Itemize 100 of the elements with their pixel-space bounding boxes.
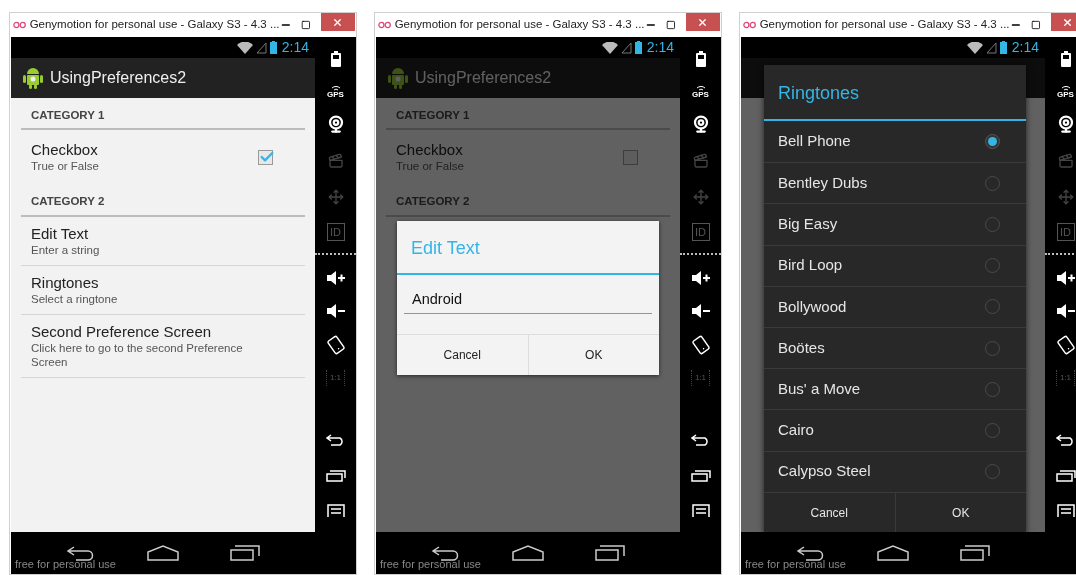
home-icon[interactable]: [877, 545, 909, 561]
ringtone-option[interactable]: Bentley Dubs: [764, 162, 1026, 204]
ringtone-option[interactable]: Bird Loop: [764, 244, 1026, 286]
status-time: 2:14: [281, 38, 309, 57]
preference-item[interactable]: Edit Text Enter a string: [21, 216, 305, 266]
back-icon[interactable]: [325, 434, 346, 446]
menu-icon[interactable]: [1056, 504, 1075, 518]
preference-item[interactable]: Ringtones Select a ringtone: [21, 265, 305, 315]
battery-icon[interactable]: [695, 51, 706, 67]
volume-down-icon[interactable]: [325, 304, 346, 318]
status-time: 2:14: [646, 38, 674, 57]
menu-icon[interactable]: [326, 504, 345, 518]
signal-icon: [255, 41, 267, 54]
dialog-button[interactable]: OK: [527, 334, 659, 375]
radio-button[interactable]: [985, 134, 1000, 150]
category-header: CATEGORY 1: [395, 108, 471, 123]
home-icon[interactable]: [147, 545, 179, 561]
signal-icon: [985, 41, 997, 54]
genymotion-logo-icon: [13, 21, 27, 29]
window-title: Genymotion for personal use - Galaxy S3 - 4.3 ...: [759, 17, 1010, 33]
wifi-icon: [236, 41, 253, 54]
recents-icon[interactable]: [229, 545, 260, 561]
gps-button[interactable]: GPS: [1057, 85, 1074, 99]
app-title: UsingPreferences2: [415, 68, 552, 88]
recents-icon[interactable]: [690, 470, 711, 482]
maximize-icon[interactable]: [301, 20, 311, 30]
android-icon: [23, 67, 43, 89]
checkbox[interactable]: [623, 149, 638, 165]
genymotion-logo-icon: [378, 21, 392, 29]
recents-icon[interactable]: [325, 470, 346, 482]
checkbox-preference[interactable]: Checkbox True or False: [21, 130, 305, 185]
preference-summary: Enter a string: [31, 242, 100, 257]
app-title: UsingPreferences2: [50, 68, 187, 88]
checkbox[interactable]: [258, 149, 273, 165]
text-input-field[interactable]: Android: [404, 289, 652, 314]
wifi-icon: [330, 85, 341, 91]
license-overlay-text: free for personal use: [380, 556, 481, 572]
webcam-icon[interactable]: [326, 115, 345, 133]
preference-title: Checkbox: [396, 141, 464, 160]
close-button[interactable]: [320, 13, 355, 31]
category-header: CATEGORY 2: [395, 194, 471, 210]
back-icon[interactable]: [1055, 434, 1076, 446]
ringtone-option[interactable]: Big Easy: [764, 203, 1026, 245]
preference-title: Edit Text: [31, 224, 89, 243]
genymotion-logo-icon: [743, 21, 757, 29]
ringtone-option[interactable]: Bollywood: [764, 285, 1026, 327]
recents-icon[interactable]: [594, 545, 625, 561]
window-title: Genymotion for personal use - Galaxy S3 - 4.3 ...: [29, 17, 280, 33]
preference-summary: Click here to go to the second Preference Screen: [31, 340, 244, 369]
ringtone-option[interactable]: Bell Phone: [764, 121, 1026, 163]
maximize-icon[interactable]: [1031, 20, 1041, 30]
category-header: CATEGORY 1: [30, 108, 106, 123]
preference-item[interactable]: Second Preference Screen Click here to go to the second Preference Screen: [21, 314, 305, 378]
webcam-icon[interactable]: [691, 115, 710, 133]
volume-up-icon[interactable]: [1055, 271, 1076, 285]
close-icon: [697, 16, 709, 28]
battery-icon[interactable]: [1060, 51, 1071, 67]
ringtone-option[interactable]: Boötes: [764, 326, 1026, 369]
license-overlay-text: free for personal use: [15, 556, 116, 572]
dialog-title: Ringtones: [778, 82, 860, 104]
battery-icon[interactable]: [330, 51, 341, 67]
preference-summary: Select a ringtone: [31, 291, 118, 306]
preference-title: Ringtones: [31, 273, 99, 292]
home-icon[interactable]: [512, 545, 544, 561]
battery-icon: [634, 41, 642, 54]
battery-icon: [269, 41, 277, 54]
wifi-icon: [695, 85, 706, 91]
volume-down-icon[interactable]: [1055, 304, 1076, 318]
signal-icon: [620, 41, 632, 54]
wifi-icon: [1060, 85, 1071, 91]
android-icon: [388, 67, 408, 89]
volume-up-icon[interactable]: [325, 271, 346, 285]
close-icon: [1062, 16, 1074, 28]
volume-down-icon[interactable]: [690, 304, 711, 318]
window-title: Genymotion for personal use - Galaxy S3 - 4.3 ...: [394, 17, 645, 33]
preference-summary: True or False: [396, 159, 465, 174]
recents-icon[interactable]: [1055, 470, 1076, 482]
menu-icon[interactable]: [691, 504, 710, 518]
status-time: 2:14: [1011, 38, 1039, 57]
close-button[interactable]: [685, 13, 720, 31]
back-icon[interactable]: [690, 434, 711, 446]
volume-up-icon[interactable]: [690, 271, 711, 285]
maximize-icon[interactable]: [666, 20, 676, 30]
close-button[interactable]: [1050, 13, 1076, 31]
ringtone-option[interactable]: Bus' a Move: [764, 368, 1026, 410]
license-overlay-text: free for personal use: [745, 556, 846, 572]
dialog-button[interactable]: Cancel: [764, 492, 895, 533]
preference-title: Second Preference Screen: [31, 322, 212, 341]
ringtone-option[interactable]: Cairo: [764, 409, 1026, 451]
wifi-icon: [601, 41, 618, 54]
category-header: CATEGORY 2: [30, 194, 106, 210]
dialog-button[interactable]: Cancel: [397, 334, 528, 375]
ringtone-option[interactable]: Calypso Steel: [764, 450, 1026, 492]
preference-title: Checkbox: [31, 141, 99, 160]
webcam-icon[interactable]: [1056, 115, 1075, 133]
gps-button[interactable]: GPS: [692, 85, 709, 99]
close-icon: [332, 16, 344, 28]
gps-button[interactable]: GPS: [327, 85, 344, 99]
recents-icon[interactable]: [959, 545, 990, 561]
battery-icon: [999, 41, 1007, 54]
